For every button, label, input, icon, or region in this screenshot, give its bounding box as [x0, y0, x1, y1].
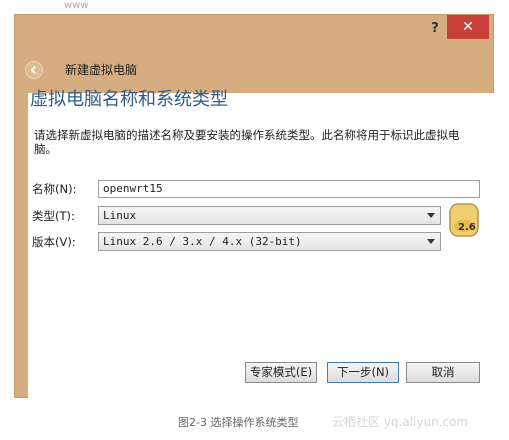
- top-strip-text: www: [64, 0, 89, 11]
- help-button[interactable]: ?: [425, 17, 445, 41]
- type-select[interactable]: Linux: [98, 206, 441, 225]
- version-select[interactable]: Linux 2.6 / 3.x / 4.x (32-bit): [98, 232, 441, 251]
- version-label: 版本(V):: [32, 235, 76, 249]
- name-input[interactable]: openwrt15: [98, 180, 480, 198]
- top-strip: www: [14, 0, 494, 14]
- description-text: 请选择新虚拟电脑的描述名称及要安装的操作系统类型。此名称将用于标识此虚拟电脑。: [34, 128, 460, 156]
- expert-mode-button[interactable]: 专家模式(E): [245, 362, 317, 383]
- figure-caption: 图2-3 选择操作系统类型: [178, 416, 299, 429]
- chevron-down-icon: [427, 239, 435, 244]
- os-version-badge: 2.6: [458, 222, 476, 233]
- cancel-button[interactable]: 取消: [406, 362, 480, 383]
- arrow-left-icon: [30, 65, 37, 75]
- version-select-value: Linux 2.6 / 3.x / 4.x (32-bit): [103, 235, 302, 248]
- back-button[interactable]: [25, 61, 43, 79]
- next-button[interactable]: 下一步(N): [327, 362, 399, 383]
- watermark: 云栖社区 yq.aliyun.com: [332, 415, 469, 429]
- close-button[interactable]: ✕: [447, 15, 489, 39]
- type-label: 类型(T):: [32, 209, 75, 223]
- chevron-down-icon: [427, 213, 435, 218]
- type-select-value: Linux: [103, 209, 137, 222]
- page-title: 虚拟电脑名称和系统类型: [30, 89, 228, 110]
- name-label: 名称(N):: [32, 182, 77, 196]
- wizard-title: 新建虚拟电脑: [65, 63, 138, 77]
